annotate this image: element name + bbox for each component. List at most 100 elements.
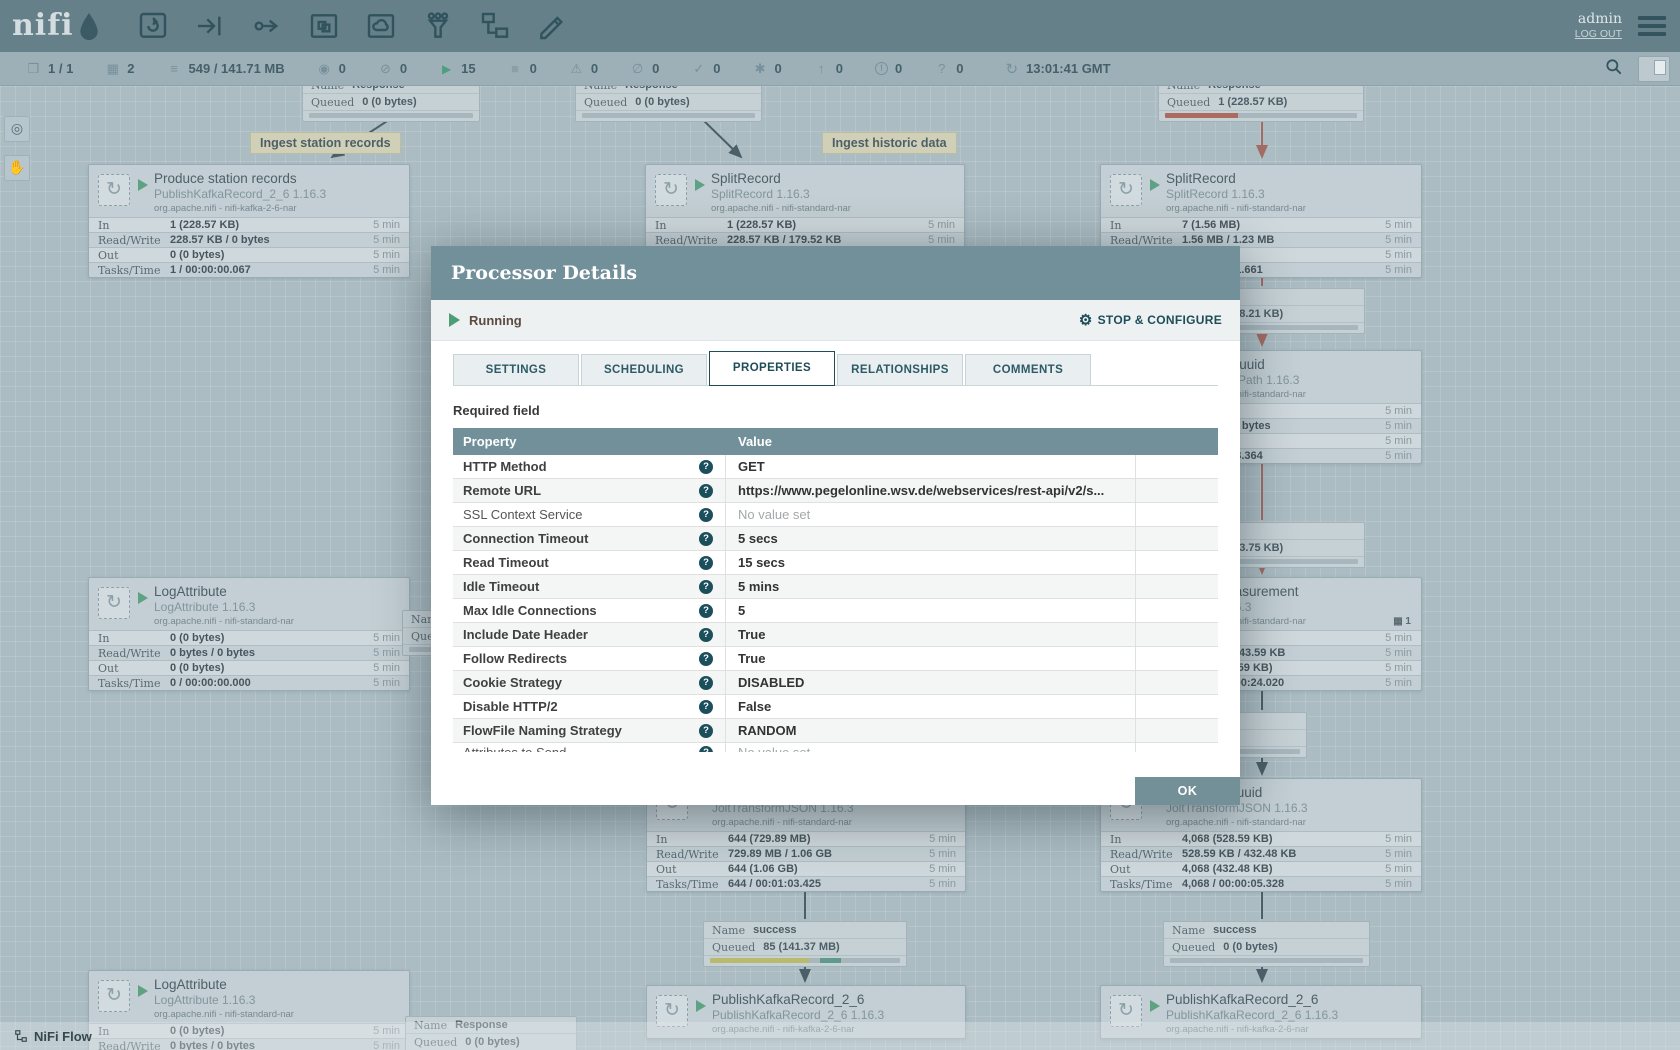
processor[interactable]: ↻ Produce station records PublishKafkaRe… (88, 164, 410, 278)
stat-label: In (1110, 219, 1182, 232)
stat-window: 5 min (1385, 234, 1412, 246)
stat-value: 4,068 (528.59 KB) (1182, 833, 1273, 845)
tab-scheduling[interactable]: SCHEDULING (581, 354, 707, 385)
process-group-icon[interactable] (307, 9, 341, 43)
help-icon[interactable]: ? (699, 628, 713, 642)
connection-label[interactable]: Name Response Queued 0 (0 bytes) (575, 86, 762, 122)
refresh-icon[interactable]: ↻ (1005, 60, 1018, 78)
property-value: True (738, 651, 765, 666)
stat-value: 7 (1.56 MB) (1182, 219, 1240, 231)
property-row[interactable]: Cookie Strategy ? DISABLED (453, 671, 1218, 695)
property-value: GET (738, 459, 765, 474)
running-icon (696, 1000, 706, 1012)
help-icon[interactable]: ? (699, 556, 713, 570)
status-count: 0 (400, 61, 407, 76)
property-row[interactable]: Connection Timeout ? 5 secs (453, 527, 1218, 551)
property-row[interactable]: Disable HTTP/2 ? False (453, 695, 1218, 719)
help-icon[interactable]: ? (699, 532, 713, 546)
operate-palette-button[interactable]: ✋ (4, 155, 30, 181)
help-icon[interactable]: ? (699, 676, 713, 690)
not-transmitting-icon: ⊘ (378, 61, 393, 77)
help-icon[interactable]: ? (699, 700, 713, 714)
ok-button[interactable]: OK (1135, 777, 1240, 805)
search-icon[interactable] (1604, 57, 1624, 80)
property-row[interactable]: Follow Redirects ? True (453, 647, 1218, 671)
property-row[interactable]: Include Date Header ? True (453, 623, 1218, 647)
tab-properties[interactable]: PROPERTIES (709, 351, 835, 386)
connection-label[interactable]: Name success Queued 85 (141.37 MB) (703, 921, 907, 967)
property-name: Read Timeout (463, 555, 549, 570)
breadcrumb[interactable]: NiFi Flow (14, 1029, 92, 1044)
help-icon[interactable]: ? (699, 746, 713, 752)
property-value: DISABLED (738, 675, 804, 690)
help-icon[interactable]: ? (699, 604, 713, 618)
stat-window: 5 min (1385, 662, 1412, 674)
stop-and-configure-button[interactable]: ⚙ STOP & CONFIGURE (1079, 311, 1222, 329)
stat-label: Out (1110, 863, 1182, 876)
output-port-icon[interactable] (250, 9, 284, 43)
property-row[interactable]: Idle Timeout ? 5 mins (453, 575, 1218, 599)
stat-window: 5 min (1385, 435, 1412, 447)
help-icon[interactable]: ? (699, 724, 713, 738)
stat-label: Read/Write (1110, 848, 1182, 861)
properties-table: Property Value HTTP Method ? GET Remote … (453, 428, 1218, 752)
help-icon[interactable]: ? (699, 652, 713, 666)
connection-label[interactable]: Name Response Queued 1 (228.57 KB) (1158, 86, 1364, 122)
birdseye-toggle-button[interactable] (1638, 56, 1670, 82)
processor-stat-row: In 7 (1.56 MB) 5 min (1101, 217, 1421, 232)
global-menu-icon[interactable] (1638, 16, 1666, 36)
running-icon (138, 179, 148, 191)
stat-value: 1.56 MB / 1.23 MB (1182, 234, 1274, 246)
tab-comments[interactable]: COMMENTS (965, 354, 1091, 385)
stat-value: 528.59 KB / 432.48 KB (1182, 848, 1296, 860)
property-value: No value set (738, 507, 810, 522)
stat-window: 5 min (1385, 878, 1412, 890)
property-row[interactable]: FlowFile Naming Strategy ? RANDOM (453, 719, 1218, 743)
stat-label: Tasks/Time (656, 878, 728, 891)
property-name: Max Idle Connections (463, 603, 597, 618)
canvas-label[interactable]: Ingest station records (250, 132, 401, 154)
remote-process-group-icon[interactable] (364, 9, 398, 43)
canvas-label[interactable]: Ingest historic data (822, 132, 957, 154)
running-icon (138, 592, 148, 604)
property-value: https://www.pegelonline.wsv.de/webservic… (738, 483, 1104, 498)
input-port-icon[interactable] (193, 9, 227, 43)
help-icon[interactable]: ? (699, 508, 713, 522)
help-icon[interactable]: ? (699, 484, 713, 498)
processor-stat-row: Out 0 (0 bytes) 5 min (89, 247, 409, 262)
logout-link[interactable]: LOG OUT (1575, 28, 1622, 41)
template-icon[interactable] (478, 9, 512, 43)
processor-stat-row: Tasks/Time 4,068 / 00:00:05.328 5 min (1101, 876, 1421, 891)
tab-settings[interactable]: SETTINGS (453, 354, 579, 385)
tab-relationships[interactable]: RELATIONSHIPS (837, 354, 963, 385)
up-to-date-icon: ✓ (691, 61, 706, 77)
cubes-icon: ❒ (26, 61, 41, 77)
property-row[interactable]: Read Timeout ? 15 secs (453, 551, 1218, 575)
navigate-palette-button[interactable]: ◎ (4, 116, 30, 142)
current-user: admin (1575, 11, 1622, 29)
label-icon[interactable] (535, 9, 569, 43)
stat-window: 5 min (929, 833, 956, 845)
connection-name-value: Response (1208, 86, 1261, 91)
property-row[interactable]: Max Idle Connections ? 5 (453, 599, 1218, 623)
stat-value: 1 (228.57 KB) (170, 219, 239, 231)
processor-icon[interactable] (136, 9, 170, 43)
help-icon[interactable]: ? (699, 580, 713, 594)
funnel-icon[interactable] (421, 9, 455, 43)
property-name: Cookie Strategy (463, 675, 562, 690)
connection-label[interactable]: Name success Queued 0 (0 bytes) (1163, 921, 1370, 967)
stat-window: 5 min (373, 677, 400, 689)
property-row[interactable]: Attributes to Send ? No value set (453, 743, 1218, 752)
processor-stat-row: Tasks/Time 1 / 00:00:00.067 5 min (89, 262, 409, 277)
property-row[interactable]: Remote URL ? https://www.pegelonline.wsv… (453, 479, 1218, 503)
property-name: FlowFile Naming Strategy (463, 723, 622, 738)
processor-type: SplitRecord 1.16.3 (711, 187, 958, 201)
help-icon[interactable]: ? (699, 460, 713, 474)
property-row[interactable]: HTTP Method ? GET (453, 455, 1218, 479)
connection-label[interactable]: Name Response Queued 0 (0 bytes) (302, 86, 480, 122)
status-items: ❒1 / 1▦2≡549 / 141.71 MB◉0⊘0▶15■0⚠0∅0✓0✱… (26, 61, 963, 77)
property-row[interactable]: SSL Context Service ? No value set (453, 503, 1218, 527)
processor[interactable]: ↻ LogAttribute LogAttribute 1.16.3 org.a… (88, 577, 410, 691)
property-value: 15 secs (738, 555, 785, 570)
cluster-badge: ▦ 1 (1393, 616, 1415, 627)
